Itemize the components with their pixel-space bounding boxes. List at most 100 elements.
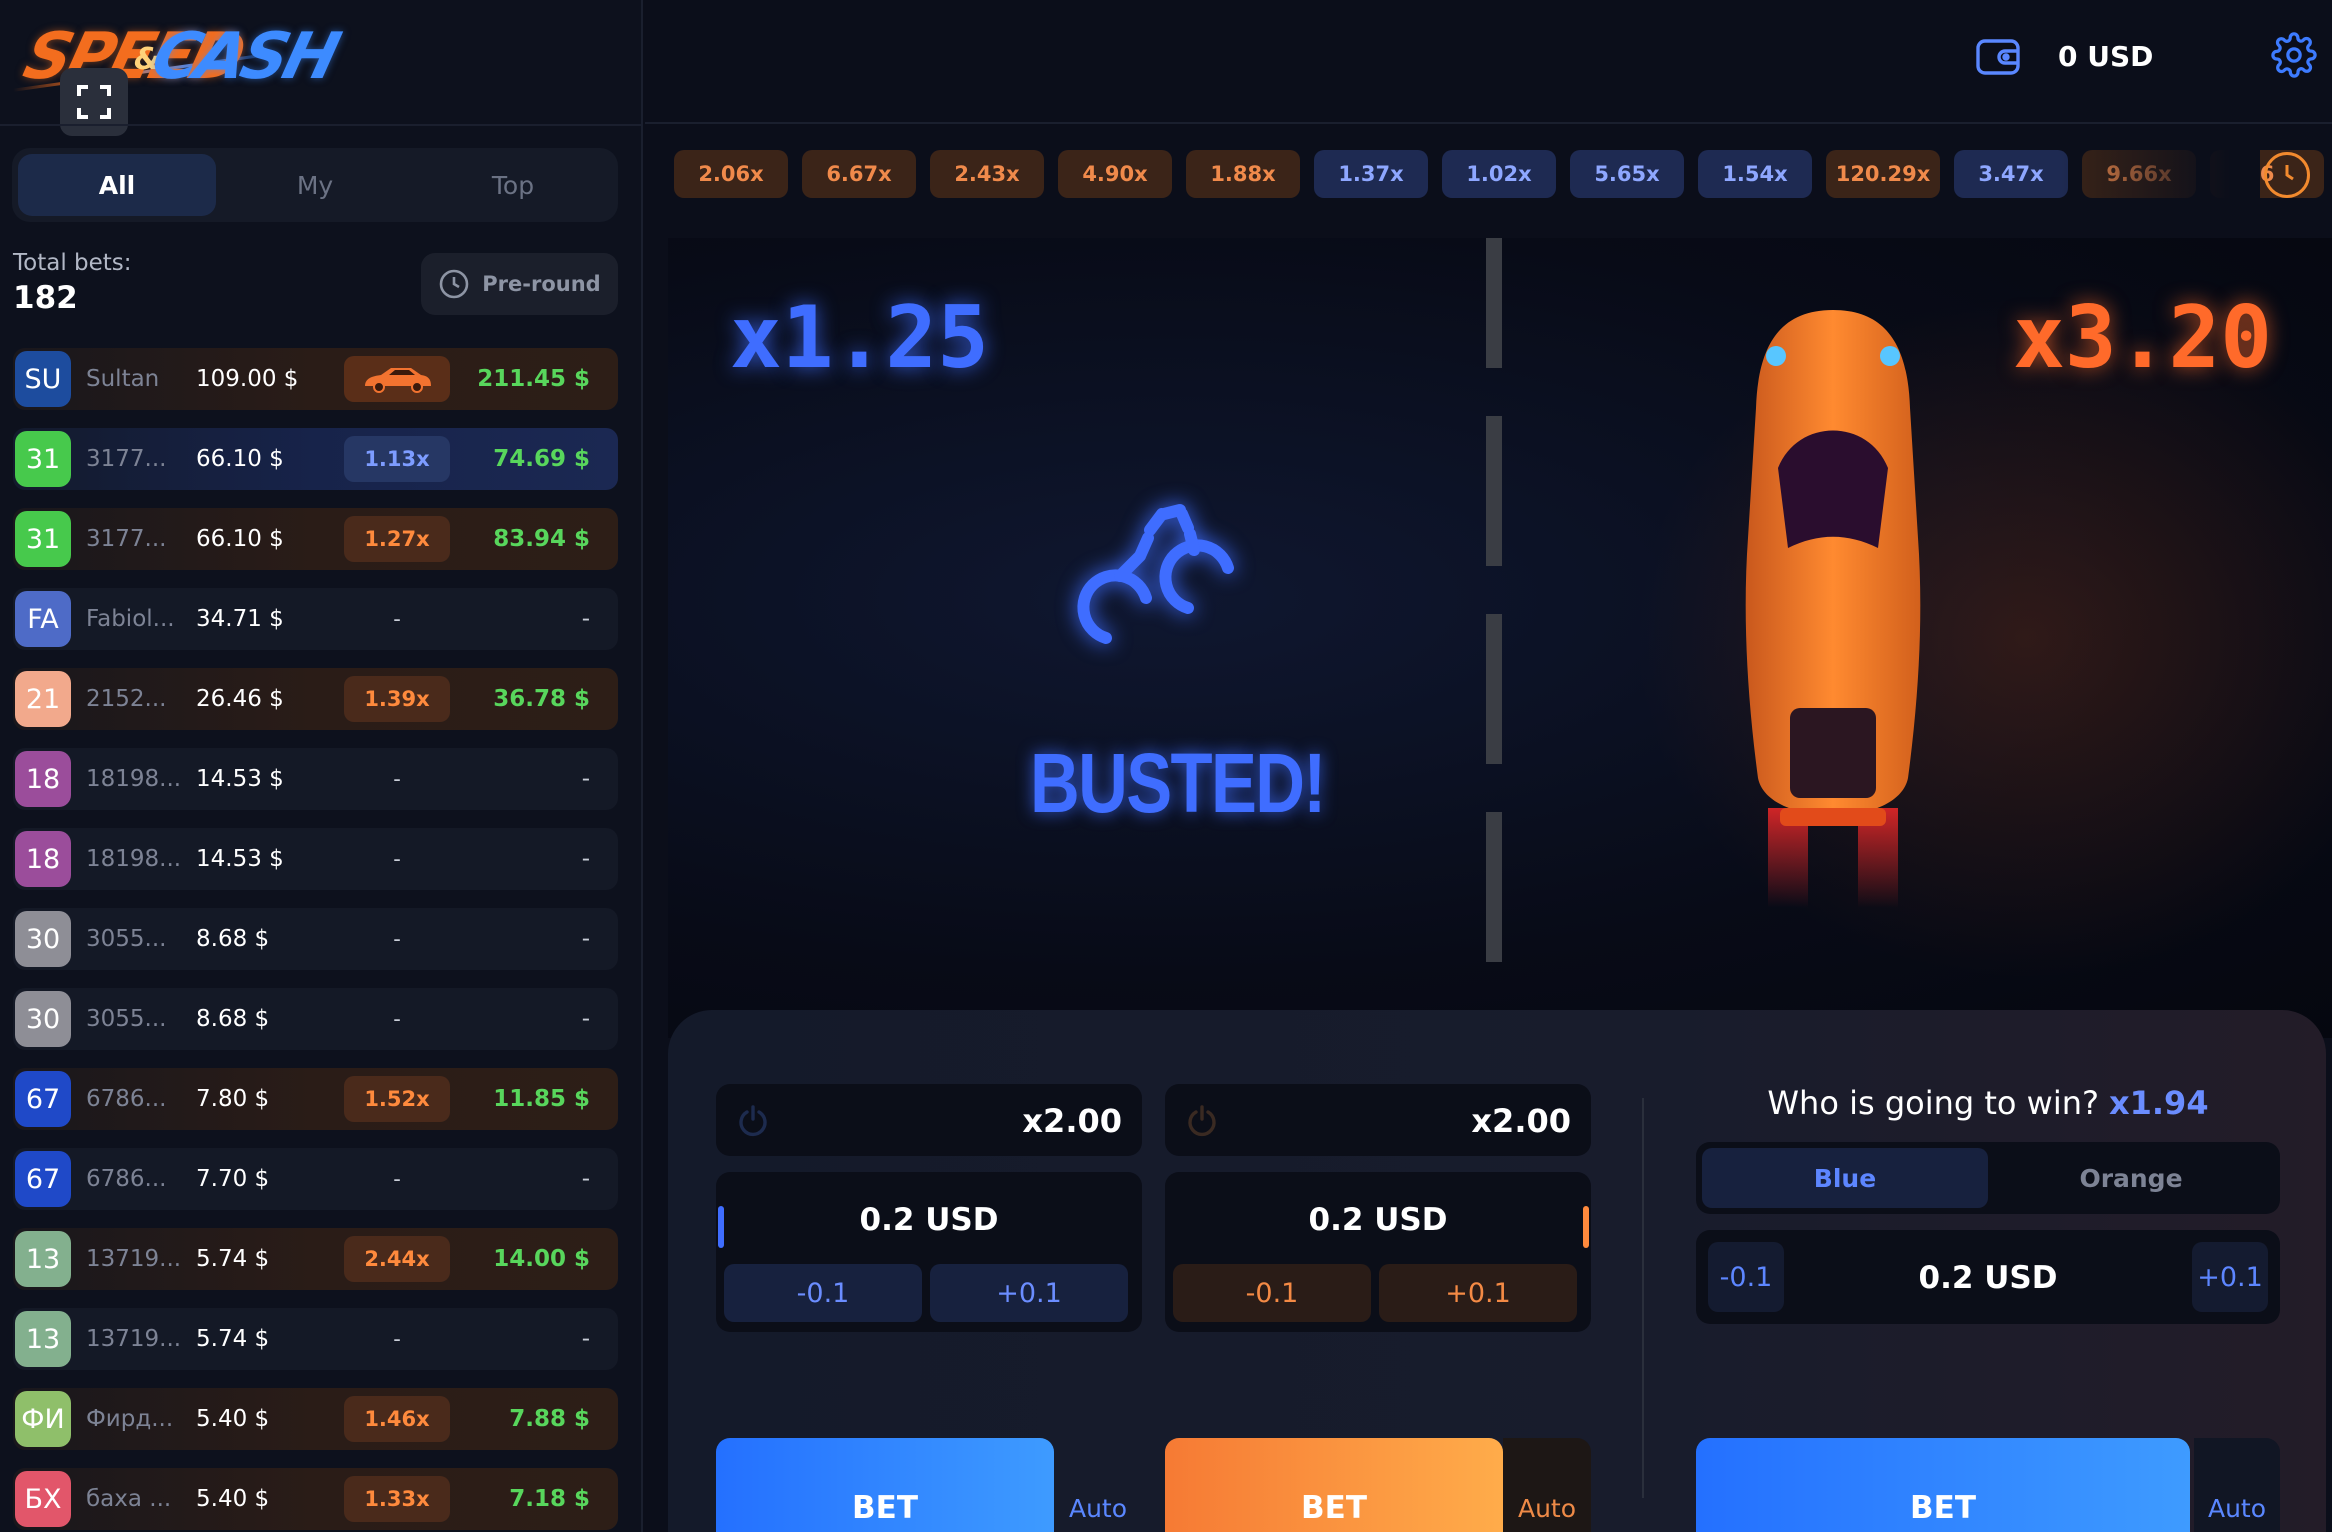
bet-amount: 5.74 $ bbox=[196, 1326, 270, 1352]
bet-amount: 34.71 $ bbox=[196, 606, 284, 632]
bet-win: - bbox=[581, 1326, 590, 1352]
settings-button[interactable] bbox=[2271, 32, 2317, 82]
bet-win: - bbox=[581, 766, 590, 792]
bet-row: 21 2152... 26.46 $ 1.39x 36.78 $ bbox=[13, 668, 618, 730]
bet-win: - bbox=[581, 1166, 590, 1192]
bet-player-name: 18198... bbox=[86, 846, 182, 872]
winner-auto-button[interactable]: Auto bbox=[2194, 1438, 2280, 1532]
bet-multiplier: - bbox=[393, 767, 401, 791]
winner-amount-box: -0.1 0.2 USD +0.1 bbox=[1696, 1230, 2280, 1324]
team-orange-tab[interactable]: Orange bbox=[1988, 1148, 2274, 1208]
tab-top[interactable]: Top bbox=[414, 154, 612, 216]
bet-amount: 5.40 $ bbox=[196, 1486, 270, 1512]
bet-multiplier: 2.44x bbox=[344, 1236, 450, 1282]
avatar: 31 bbox=[15, 511, 71, 567]
bet-player-name: 3055... bbox=[86, 926, 167, 952]
bet-multiplier: - bbox=[393, 607, 401, 631]
bet-amount: 14.53 $ bbox=[196, 846, 284, 872]
power-icon[interactable] bbox=[736, 1104, 770, 1138]
orange-bet-amount[interactable]: 0.2 USD bbox=[1165, 1202, 1591, 1238]
bet-player-name: 3055... bbox=[86, 1006, 167, 1032]
blue-multiplier: x1.25 bbox=[730, 288, 989, 388]
blue-auto-cashout[interactable]: x2.00 bbox=[716, 1084, 1142, 1156]
blue-auto-button[interactable]: Auto bbox=[1054, 1438, 1142, 1532]
blue-bet-button[interactable]: BET bbox=[716, 1438, 1054, 1532]
bet-win: - bbox=[581, 926, 590, 952]
blue-plus-button[interactable]: +0.1 bbox=[930, 1264, 1128, 1322]
winner-bet-section: Who is going to win? x1.94 Blue Orange -0… bbox=[1696, 1084, 2280, 1532]
orange-car bbox=[1718, 308, 1948, 912]
bet-amount: 66.10 $ bbox=[196, 526, 284, 552]
bet-win: 14.00 $ bbox=[493, 1246, 590, 1272]
blue-bet-amount[interactable]: 0.2 USD bbox=[716, 1202, 1142, 1238]
bet-multiplier: 1.27x bbox=[344, 516, 450, 562]
bet-multiplier: 1.46x bbox=[344, 1396, 450, 1442]
total-bets-value: 182 bbox=[13, 280, 78, 316]
bet-row: 30 3055... 8.68 $ - - bbox=[13, 908, 618, 970]
team-blue-tab[interactable]: Blue bbox=[1702, 1148, 1988, 1208]
history-button[interactable] bbox=[2264, 152, 2310, 198]
bet-row: 31 3177... 66.10 $ 1.13x 74.69 $ bbox=[13, 428, 618, 490]
fullscreen-icon bbox=[77, 85, 111, 119]
bet-player-name: 3177... bbox=[86, 446, 167, 472]
bets-sidebar: SPEED & CASH All My Top Total bets: 182 … bbox=[0, 0, 643, 1532]
winner-plus-button[interactable]: +0.1 bbox=[2192, 1242, 2268, 1312]
history-chip[interactable]: 3.47x bbox=[1954, 150, 2068, 198]
bet-multiplier: 1.52x bbox=[344, 1076, 450, 1122]
bet-row: 18 18198... 14.53 $ - - bbox=[13, 828, 618, 890]
history-chip[interactable]: 5.65x bbox=[1570, 150, 1684, 198]
orange-auto-cashout[interactable]: x2.00 bbox=[1165, 1084, 1591, 1156]
avatar: 13 bbox=[15, 1311, 71, 1367]
tab-my[interactable]: My bbox=[216, 154, 414, 216]
top-bar: 0 USD bbox=[645, 0, 2332, 124]
avatar: ФИ bbox=[15, 1391, 71, 1447]
bet-amount: 8.68 $ bbox=[196, 926, 270, 952]
history-chip[interactable]: 120.29x bbox=[1826, 150, 1940, 198]
tab-all[interactable]: All bbox=[18, 154, 216, 216]
bet-win: 83.94 $ bbox=[493, 526, 590, 552]
bet-amount: 5.74 $ bbox=[196, 1246, 270, 1272]
bet-amount: 7.80 $ bbox=[196, 1086, 270, 1112]
bet-multiplier: - bbox=[393, 1007, 401, 1031]
avatar: 30 bbox=[15, 911, 71, 967]
avatar: 18 bbox=[15, 831, 71, 887]
bet-player-name: 2152... bbox=[86, 686, 167, 712]
history-chip[interactable]: 1.54x bbox=[1698, 150, 1812, 198]
wallet-button[interactable] bbox=[1975, 36, 2021, 82]
bet-amount: 14.53 $ bbox=[196, 766, 284, 792]
winner-title: Who is going to win? x1.94 bbox=[1767, 1084, 2209, 1122]
winner-bet-button[interactable]: BET bbox=[1696, 1438, 2190, 1532]
history-chip[interactable]: 1.02x bbox=[1442, 150, 1556, 198]
blue-minus-button[interactable]: -0.1 bbox=[724, 1264, 922, 1322]
orange-plus-button[interactable]: +0.1 bbox=[1379, 1264, 1577, 1322]
orange-bet-button[interactable]: BET bbox=[1165, 1438, 1503, 1532]
bet-multiplier bbox=[344, 356, 450, 402]
wallet-icon bbox=[1976, 39, 2020, 75]
history-chip[interactable]: 6.67x bbox=[802, 150, 916, 198]
bet-row: 30 3055... 8.68 $ - - bbox=[13, 988, 618, 1050]
bet-win: - bbox=[581, 1006, 590, 1032]
history-chip[interactable]: 2.06x bbox=[674, 150, 788, 198]
bet-win: 211.45 $ bbox=[477, 366, 590, 392]
bet-player-name: 6786... bbox=[86, 1086, 167, 1112]
avatar: 67 bbox=[15, 1151, 71, 1207]
preround-button[interactable]: Pre-round bbox=[421, 253, 618, 315]
bets-tabs: All My Top bbox=[12, 148, 618, 222]
history-chip[interactable]: 2.43x bbox=[930, 150, 1044, 198]
orange-auto-button[interactable]: Auto bbox=[1503, 1438, 1591, 1532]
bet-multiplier: - bbox=[393, 1327, 401, 1351]
bet-win: 11.85 $ bbox=[493, 1086, 590, 1112]
history-chip[interactable]: 1.37x bbox=[1314, 150, 1428, 198]
bet-win: 36.78 $ bbox=[493, 686, 590, 712]
avatar: 18 bbox=[15, 751, 71, 807]
history-chip[interactable]: 1.88x bbox=[1186, 150, 1300, 198]
bet-amount: 8.68 $ bbox=[196, 1006, 270, 1032]
history-chip[interactable]: 4.90x bbox=[1058, 150, 1172, 198]
bet-player-name: Фирд... bbox=[86, 1406, 174, 1432]
bet-amount: 109.00 $ bbox=[196, 366, 299, 392]
orange-minus-button[interactable]: -0.1 bbox=[1173, 1264, 1371, 1322]
power-icon[interactable] bbox=[1185, 1104, 1219, 1138]
gear-icon bbox=[2271, 32, 2317, 78]
handcuffs-icon bbox=[1058, 488, 1258, 692]
total-bets-label: Total bets: bbox=[13, 250, 132, 276]
